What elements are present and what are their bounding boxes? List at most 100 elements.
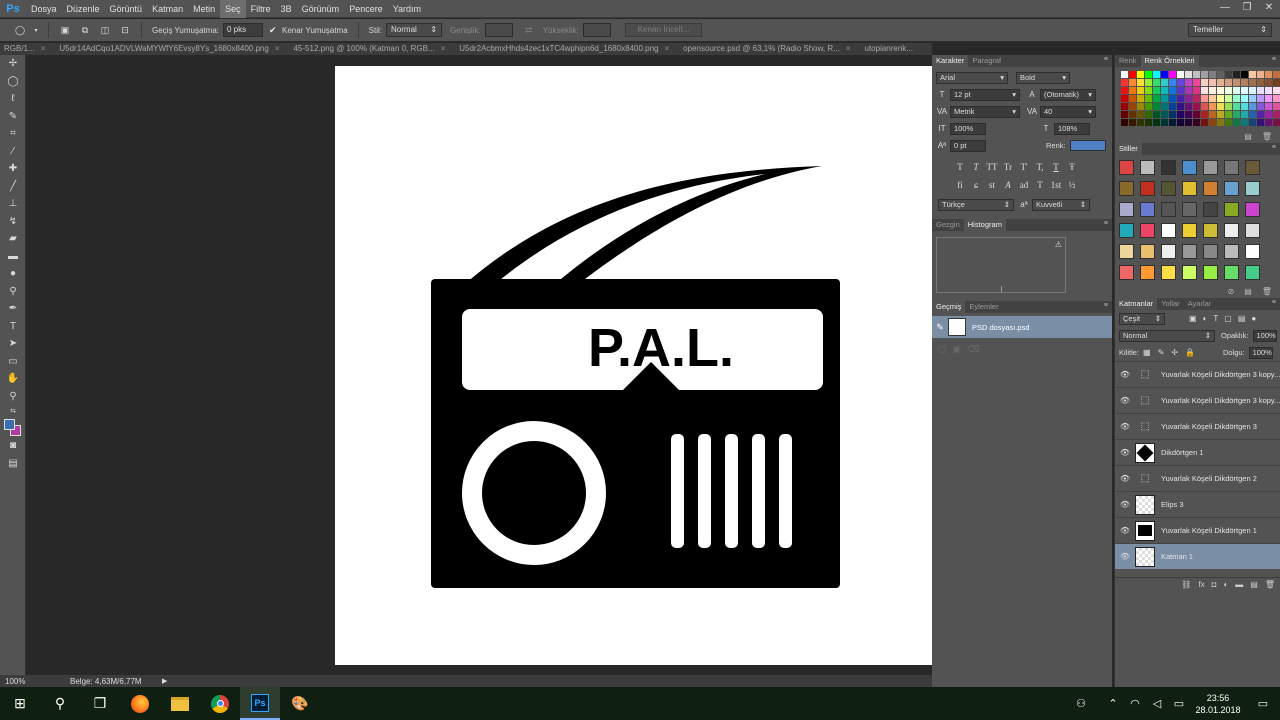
color-swatch[interactable] xyxy=(1128,86,1137,95)
color-swatch[interactable] xyxy=(1248,78,1257,87)
tab-document-1[interactable]: RGB/1... × xyxy=(0,43,49,55)
color-swatch[interactable] xyxy=(1264,102,1273,111)
color-swatch[interactable] xyxy=(1192,102,1201,111)
delete-swatch-icon[interactable]: 🗑 xyxy=(1262,132,1272,141)
clear-style-icon[interactable]: ⊘ xyxy=(1228,287,1235,296)
color-swatch[interactable] xyxy=(1216,71,1225,79)
color-swatch[interactable] xyxy=(1128,71,1137,79)
layer-style-swatch[interactable] xyxy=(1182,181,1197,197)
lock-position-icon[interactable]: ✢ xyxy=(1171,348,1178,357)
path-select-tool-icon[interactable]: ➤ xyxy=(0,335,26,353)
tab-document-3[interactable]: 45-512.png @ 100% (Katman 0, RGB... × xyxy=(289,43,449,55)
layer-row-selected[interactable]: 👁 Katman 1 xyxy=(1115,543,1280,570)
layer-style-swatch[interactable] xyxy=(1140,265,1155,281)
menu-sec[interactable]: Seç xyxy=(220,0,246,18)
layer-style-swatch[interactable] xyxy=(1203,181,1218,197)
layer-row[interactable]: 👁 ⬚ Yuvarlak Köşeli Dikdörtgen 3 kopy... xyxy=(1115,387,1280,413)
color-swatch[interactable] xyxy=(1192,118,1201,127)
healing-tool-icon[interactable]: ✚ xyxy=(0,160,26,178)
swap-icon[interactable]: ⇄ xyxy=(521,23,537,37)
battery-icon[interactable]: ▭ xyxy=(1168,697,1190,710)
color-swatch[interactable] xyxy=(1272,102,1280,111)
panel-menu-icon[interactable]: ≡ xyxy=(1272,144,1276,151)
layer-style-swatch[interactable] xyxy=(1224,244,1239,260)
color-swatch[interactable] xyxy=(1160,102,1169,111)
color-swatch[interactable] xyxy=(1121,118,1129,127)
layer-row[interactable]: 👁 ⬚ Yuvarlak Köşeli Dikdörtgen 3 xyxy=(1115,413,1280,439)
color-swatch[interactable] xyxy=(1216,118,1225,127)
new-selection-icon[interactable]: ▣ xyxy=(57,23,73,37)
visibility-eye-icon[interactable]: 👁 xyxy=(1115,474,1135,483)
panel-menu-icon[interactable]: ≡ xyxy=(1272,299,1276,306)
layer-style-swatch[interactable] xyxy=(1119,160,1134,176)
kerning-input[interactable]: Metrik ▾ xyxy=(950,105,1020,118)
type-tool-icon[interactable]: T xyxy=(0,318,26,336)
new-layer-icon[interactable]: ▤ xyxy=(1250,580,1258,589)
delete-style-icon[interactable]: 🗑 xyxy=(1262,287,1272,296)
visibility-eye-icon[interactable]: 👁 xyxy=(1115,500,1135,509)
strikethrough-button[interactable]: Ŧ xyxy=(1064,162,1080,172)
layer-row[interactable]: 👁 Elips 3 xyxy=(1115,491,1280,517)
color-swatch[interactable] xyxy=(1264,110,1273,119)
file-explorer-icon[interactable] xyxy=(160,687,200,720)
color-swatch[interactable] xyxy=(1128,102,1137,111)
color-swatch[interactable] xyxy=(1216,94,1225,103)
color-swatch[interactable] xyxy=(1248,86,1257,95)
dodge-tool-icon[interactable]: ⚲ xyxy=(0,283,26,301)
panel-menu-icon[interactable]: ≡ xyxy=(1104,56,1108,63)
color-swatch[interactable] xyxy=(1240,118,1249,127)
color-swatch[interactable] xyxy=(1192,110,1201,119)
smart-object-filter-icon[interactable]: ▤ xyxy=(1238,314,1246,323)
titling-alternates-button[interactable]: T xyxy=(1032,180,1048,190)
color-swatches[interactable] xyxy=(0,417,26,437)
tab-paragraf[interactable]: Paragraf xyxy=(968,55,1005,67)
adjustment-filter-icon[interactable]: ◐ xyxy=(1203,314,1208,323)
color-swatch[interactable] xyxy=(1184,110,1193,119)
color-swatch[interactable] xyxy=(1160,118,1169,127)
color-swatch[interactable] xyxy=(1240,102,1249,111)
layer-style-swatch[interactable] xyxy=(1161,181,1176,197)
adjustment-layer-icon[interactable]: ◐ xyxy=(1223,580,1228,589)
color-swatch[interactable] xyxy=(1200,94,1209,103)
screen-mode-icon[interactable]: ▤ xyxy=(0,455,26,473)
baseline-shift-input[interactable]: 0 pt xyxy=(950,139,986,152)
tab-renk-ornekleri[interactable]: Renk Örnekleri xyxy=(1140,55,1199,67)
color-swatch[interactable] xyxy=(1208,86,1217,95)
color-swatch[interactable] xyxy=(1152,86,1161,95)
contextual-alternates-button[interactable]: ɕ xyxy=(968,180,984,190)
hand-tool-icon[interactable]: ✋ xyxy=(0,370,26,388)
color-swatch[interactable] xyxy=(1168,118,1177,127)
tab-renk[interactable]: Renk xyxy=(1115,55,1141,67)
layer-style-swatch[interactable] xyxy=(1161,244,1176,260)
color-swatch[interactable] xyxy=(1200,78,1209,87)
color-swatch[interactable] xyxy=(1232,102,1241,111)
color-swatch[interactable] xyxy=(1256,78,1265,87)
color-swatch[interactable] xyxy=(1144,102,1153,111)
menu-3b[interactable]: 3B xyxy=(276,0,297,18)
color-swatch[interactable] xyxy=(1224,110,1233,119)
color-swatch[interactable] xyxy=(1232,78,1241,87)
color-swatch[interactable] xyxy=(1272,78,1280,87)
color-swatch[interactable] xyxy=(1208,94,1217,103)
color-swatch[interactable] xyxy=(1200,110,1209,119)
notifications-icon[interactable]: ▭ xyxy=(1246,697,1280,710)
color-swatch[interactable] xyxy=(1200,118,1209,127)
color-swatch[interactable] xyxy=(1248,118,1257,127)
color-swatch[interactable] xyxy=(1240,94,1249,103)
panel-menu-icon[interactable]: ≡ xyxy=(1104,220,1108,227)
eyedropper-tool-icon[interactable]: ⁄ xyxy=(0,143,26,161)
visibility-eye-icon[interactable]: 👁 xyxy=(1115,448,1135,457)
color-swatch[interactable] xyxy=(1152,102,1161,111)
color-swatch[interactable] xyxy=(1208,102,1217,111)
color-swatch[interactable] xyxy=(1248,94,1257,103)
layer-style-swatch[interactable] xyxy=(1203,160,1218,176)
layer-style-swatch[interactable] xyxy=(1224,202,1239,218)
color-swatch[interactable] xyxy=(1208,78,1217,87)
layer-style-swatch[interactable] xyxy=(1140,160,1155,176)
layer-style-swatch[interactable] xyxy=(1182,244,1197,260)
color-swatch[interactable] xyxy=(1216,110,1225,119)
all-caps-button[interactable]: TT xyxy=(984,162,1000,172)
color-swatch[interactable] xyxy=(1152,71,1161,79)
font-family-select[interactable]: Arial ▾ xyxy=(936,71,1008,84)
color-swatch[interactable] xyxy=(1152,110,1161,119)
